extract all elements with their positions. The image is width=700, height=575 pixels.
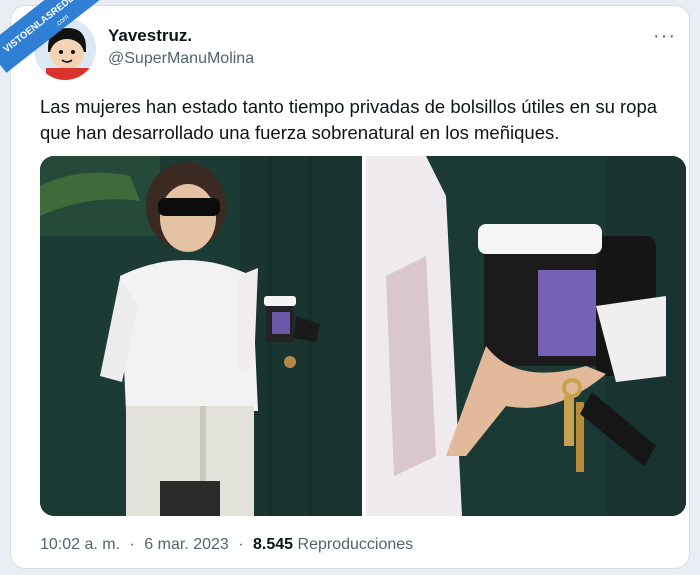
- avatar-image: [34, 18, 96, 80]
- tweet-text: Las mujeres han estado tanto tiempo priv…: [40, 96, 658, 143]
- tweet-photo-right[interactable]: [366, 156, 686, 516]
- tweet-date[interactable]: 6 mar. 2023: [144, 536, 229, 553]
- meta-separator: ·: [238, 536, 244, 553]
- views-label: Reproducciones: [297, 536, 414, 553]
- photo-woman-with-coffee: [40, 156, 362, 516]
- photo-closeup-hand-holding-cup: [366, 156, 686, 516]
- views-count: 8.545: [253, 536, 294, 553]
- tweet-card: Yavestruz. @SuperManuMolina ··· Las muje…: [11, 6, 689, 568]
- avatar[interactable]: [34, 18, 96, 80]
- more-options-icon[interactable]: ···: [653, 26, 676, 46]
- tweet-time[interactable]: 10:02 a. m.: [40, 536, 120, 553]
- author-handle[interactable]: @SuperManuMolina: [108, 50, 254, 68]
- tweet-photo-left[interactable]: [40, 156, 362, 516]
- meta-separator: ·: [129, 536, 135, 553]
- tweet-meta: 10:02 a. m. · 6 mar. 2023 · 8.545 Reprod…: [40, 536, 413, 554]
- author-name[interactable]: Yavestruz.: [108, 26, 192, 46]
